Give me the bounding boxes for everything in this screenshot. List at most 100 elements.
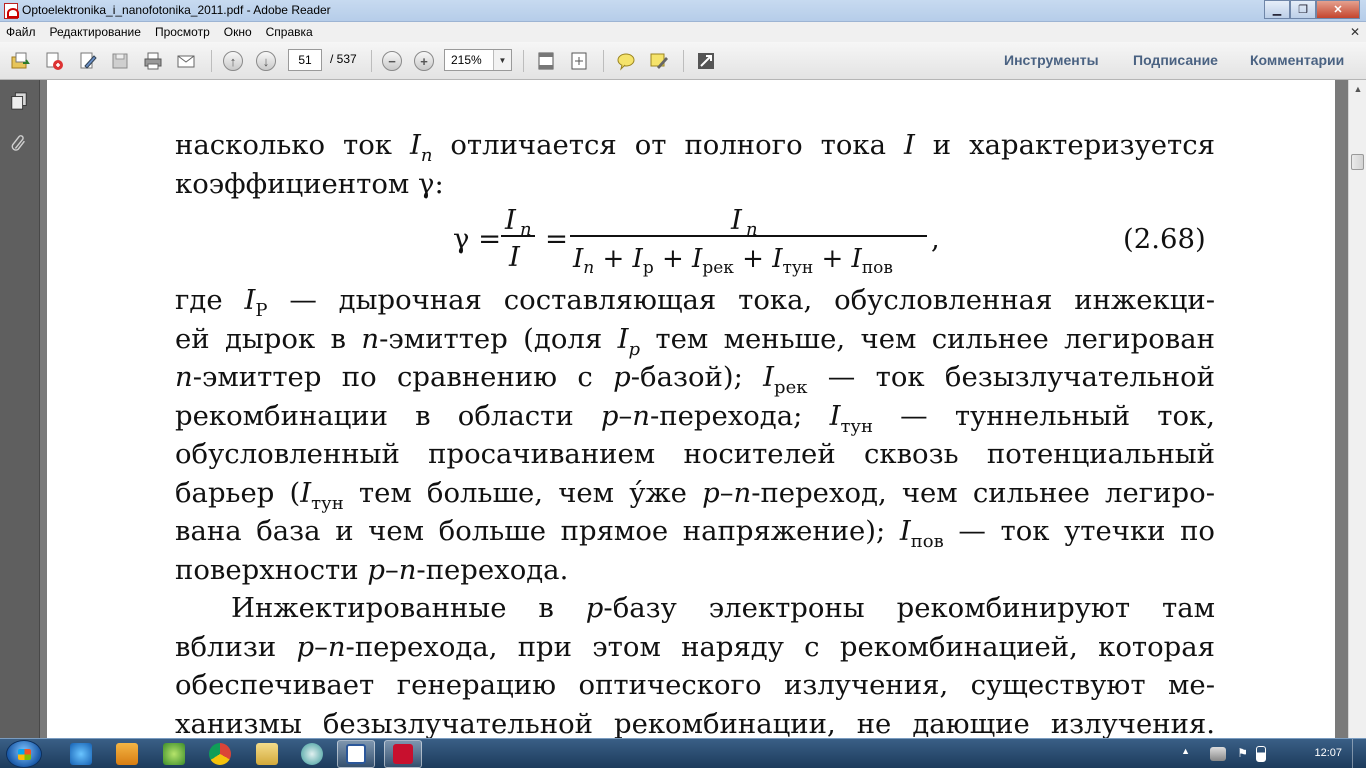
math-subscript: пов (910, 531, 944, 552)
paragraph: где IР — дырочная составляющая тока, обу… (175, 281, 1215, 589)
attachments-button[interactable] (8, 132, 30, 154)
math-subscript: рек (702, 258, 734, 278)
speech-bubble-icon (617, 53, 635, 71)
zoom-dropdown[interactable]: 215% ▼ (444, 49, 512, 71)
menu-help[interactable]: Справка (266, 25, 319, 39)
menu-window[interactable]: Окно (224, 25, 258, 39)
network-icon[interactable] (1210, 747, 1226, 761)
math-symbol: n (175, 361, 193, 393)
menu-view[interactable]: Просмотр (155, 25, 216, 39)
zoom-in-button[interactable]: + (413, 50, 435, 72)
math-symbol: I (763, 361, 775, 393)
menu-file[interactable]: Файл (6, 25, 42, 39)
text-run: — ток утечки по (943, 515, 1215, 547)
arrow-up-icon: ↑ (223, 51, 243, 71)
text-run: -базой); (630, 361, 764, 393)
formula-den1: I (509, 241, 520, 273)
comment-pane-button[interactable]: Комментарии (1250, 52, 1344, 68)
open-file-button[interactable] (9, 50, 31, 72)
toolbar-separator (683, 50, 684, 72)
math-subscript: пов (861, 258, 893, 278)
flag-icon[interactable]: ⚑ (1237, 746, 1248, 760)
pages-icon (11, 92, 27, 110)
text-line: барьер (Iтун тем больше, чем у́же p–n-пе… (175, 474, 1215, 514)
save-button[interactable] (109, 50, 131, 72)
fit-window-button[interactable] (568, 50, 590, 72)
page-number-input[interactable]: 51 (288, 49, 322, 71)
battery-icon[interactable] (1256, 746, 1266, 762)
text-run: -перехода. (416, 553, 569, 586)
start-button[interactable] (6, 740, 42, 768)
text-run: ей дырок в (175, 322, 362, 355)
text-run: -перехода; (649, 399, 830, 432)
math-symbol: p (296, 630, 315, 663)
text-run: обусловленный просачиванием носителей ск… (175, 438, 1215, 470)
create-pdf-button[interactable] (43, 50, 65, 72)
chevron-down-icon[interactable]: ▼ (493, 50, 511, 70)
email-button[interactable] (175, 50, 197, 72)
math-symbol: + I (661, 244, 703, 274)
app-icon[interactable] (301, 743, 323, 765)
printer-icon (144, 52, 162, 70)
page-text: насколько ток In отличается от полного т… (175, 126, 1215, 738)
clock[interactable]: 12:07 (1314, 747, 1342, 759)
page-thumbnails-button[interactable] (8, 90, 30, 112)
math-symbol: I (409, 129, 421, 161)
text-run: -переход, чем сильнее легиро- (751, 476, 1215, 509)
text-run: вблизи (175, 630, 297, 663)
text-line: насколько ток In отличается от полного т… (175, 126, 1215, 166)
text-run: отличается от полного тока (432, 129, 904, 161)
formula-equals: = (545, 223, 569, 255)
edit-pdf-button[interactable] (77, 50, 99, 72)
show-desktop-button[interactable] (1352, 739, 1366, 768)
app-icon[interactable] (163, 743, 185, 765)
add-note-button[interactable] (615, 50, 637, 72)
vertical-scrollbar[interactable]: ▲ (1348, 80, 1366, 738)
math-subscript: p (628, 338, 640, 360)
text-run: — туннельный ток, (872, 399, 1215, 432)
math-symbol: n (733, 476, 752, 509)
scroll-up-icon[interactable]: ▲ (1352, 84, 1364, 96)
media-player-icon[interactable] (116, 743, 138, 765)
math-subscript: n (583, 258, 595, 278)
formula-num1-sub: n (520, 219, 532, 240)
sign-pane-button[interactable]: Подписание (1133, 52, 1218, 68)
scrollbar-thumb[interactable] (1351, 154, 1364, 170)
text-run: насколько ток (175, 129, 410, 161)
internet-explorer-icon[interactable] (70, 743, 92, 765)
maximize-button[interactable]: ❐ (1290, 0, 1316, 19)
close-document-icon[interactable]: ✕ (1350, 25, 1360, 39)
math-symbol: n (632, 399, 650, 432)
math-symbol: I (300, 476, 312, 509)
close-button[interactable]: ✕ (1316, 0, 1360, 19)
text-line: ханизмы безызлучательной рекомбинации, н… (175, 705, 1215, 739)
previous-page-button[interactable]: ↑ (222, 50, 244, 72)
math-symbol: n (361, 322, 380, 355)
show-hidden-icons-icon[interactable]: ▲ (1181, 746, 1190, 756)
print-button[interactable] (142, 50, 164, 72)
full-screen-button[interactable] (695, 50, 717, 72)
fit-width-button[interactable] (535, 50, 557, 72)
math-symbol: + I (742, 244, 783, 274)
math-symbol: p (600, 399, 619, 432)
create-pdf-icon (46, 52, 63, 70)
folder-icon[interactable] (256, 743, 278, 765)
tools-pane-button[interactable]: Инструменты (1004, 52, 1099, 68)
menu-edit[interactable]: Редактирование (50, 25, 147, 39)
text-line: ей дырок в n-эмиттер (доля Ip тем меньше… (175, 320, 1215, 360)
zoom-out-button[interactable]: − (381, 50, 403, 72)
highlight-button[interactable] (648, 50, 670, 72)
text-line: обеспечивает генерацию оптического излуч… (175, 666, 1215, 705)
toolbar-separator (371, 50, 372, 72)
minus-icon: − (382, 51, 402, 71)
next-page-button[interactable]: ↓ (255, 50, 277, 72)
math-symbol: + I (602, 244, 643, 274)
math-subscript: n (420, 145, 433, 166)
text-line: вана база и чем больше прямое напряжение… (175, 512, 1215, 552)
minimize-button[interactable]: ▁ (1264, 0, 1290, 19)
math-symbol: I (573, 244, 584, 274)
text-run: ханизмы безызлучательной рекомбинации, н… (175, 707, 1215, 739)
chrome-icon[interactable] (209, 743, 231, 765)
document-viewport[interactable]: насколько ток In отличается от полного т… (40, 80, 1348, 738)
fit-page-icon (538, 52, 554, 70)
